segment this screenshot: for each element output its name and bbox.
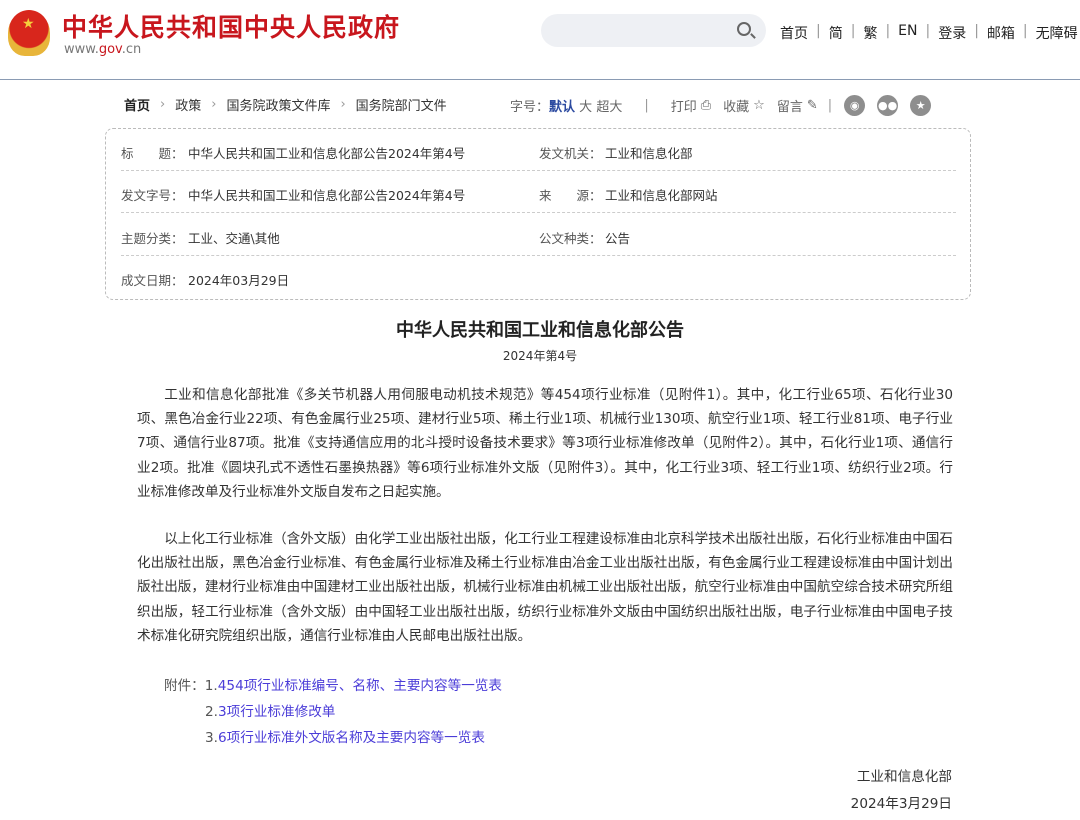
topic-label: 主题分类：	[121, 231, 184, 246]
document-title: 中华人民共和国工业和信息化部公告	[396, 320, 684, 341]
source-value: 工业和信息化部网站	[605, 188, 718, 203]
chevron-right-icon: ›	[211, 97, 217, 112]
nav-accessibility[interactable]: 无障碍	[1036, 23, 1078, 43]
signature-org: 工业和信息化部	[856, 769, 952, 785]
source-label: 来 源：	[539, 188, 602, 203]
title-value: 中华人民共和国工业和信息化部公告2024年第4号	[188, 146, 466, 161]
site-url: www.gov.cn	[64, 42, 142, 57]
article-tools: 字号： 默认 大 超大 | 打印 ⎙ 收藏 ☆ 留言 ✎ | ◉ ●● ★	[510, 95, 932, 116]
paragraph-2: 以上化工行业标准（含外文版）由化学工业出版社出版，化工行业工程建设标准由北京科学…	[137, 531, 953, 644]
docno-value: 中华人民共和国工业和信息化部公告2024年第4号	[188, 188, 466, 203]
breadcrumb-policy[interactable]: 政策	[175, 95, 201, 114]
attachment-link-3[interactable]: 6项行业标准外文版名称及主要内容等一览表	[218, 730, 485, 746]
doctype-value: 公告	[605, 231, 631, 246]
font-large-button[interactable]: 大	[579, 96, 592, 115]
pencil-icon[interactable]: ✎	[807, 98, 818, 113]
issuer-label: 发文机关：	[539, 146, 602, 161]
attachment-item: 2.3项行业标准修改单	[205, 704, 336, 720]
title-label: 标 题：	[121, 146, 184, 161]
nav-traditional[interactable]: 繁	[863, 23, 877, 43]
docno-label: 发文字号：	[121, 188, 184, 203]
info-row: 标 题： 中华人民共和国工业和信息化部公告2024年第4号 发文机关： 工业和信…	[121, 129, 956, 171]
attachment-item: 附件：1.454项行业标准编号、名称、主要内容等一览表	[164, 678, 502, 694]
document-info-box: 标 题： 中华人民共和国工业和信息化部公告2024年第4号 发文机关： 工业和信…	[105, 128, 971, 300]
breadcrumb-policy-library[interactable]: 国务院政策文件库	[226, 95, 330, 114]
attachment-link-1[interactable]: 454项行业标准编号、名称、主要内容等一览表	[218, 678, 502, 694]
chevron-right-icon: ›	[160, 97, 166, 112]
font-default-button[interactable]: 默认	[549, 96, 575, 115]
favorite-share-icon[interactable]: ★	[910, 95, 932, 116]
breadcrumb-dept-docs[interactable]: 国务院部门文件	[356, 95, 447, 114]
info-row: 成文日期： 2024年03月29日	[121, 256, 956, 298]
divider: |	[644, 98, 649, 113]
print-button[interactable]: 打印	[671, 96, 697, 115]
nav-home[interactable]: 首页	[780, 23, 808, 43]
weibo-share-icon[interactable]: ◉	[844, 95, 866, 116]
font-xlarge-button[interactable]: 超大	[596, 96, 622, 115]
divider: |	[827, 98, 833, 113]
search-input[interactable]	[541, 14, 766, 47]
comment-button[interactable]: 留言	[777, 96, 803, 115]
breadcrumb-home[interactable]: 首页	[124, 95, 150, 114]
attachment-item: 3.6项行业标准外文版名称及主要内容等一览表	[205, 730, 485, 746]
date-value: 2024年03月29日	[188, 273, 290, 288]
site-header: ★ 中华人民共和国中央人民政府 www.gov.cn 首页 | 简 | 繁 | EN |…	[0, 0, 1080, 80]
chevron-right-icon: ›	[340, 97, 346, 112]
date-label: 成文日期：	[121, 273, 184, 288]
printer-icon[interactable]: ⎙	[701, 98, 711, 113]
paragraph-1: 工业和信息化部批准《多关节机器人用伺服电动机技术规范》等454项行业标准（见附件…	[137, 387, 953, 500]
nav-simplified[interactable]: 简	[829, 23, 843, 43]
issuer-value: 工业和信息化部	[605, 146, 693, 161]
site-title[interactable]: 中华人民共和国中央人民政府	[62, 8, 400, 44]
font-size-label: 字号：	[510, 100, 550, 115]
favorite-button[interactable]: 收藏	[723, 96, 749, 115]
info-row: 发文字号： 中华人民共和国工业和信息化部公告2024年第4号 来 源： 工业和信…	[121, 171, 956, 213]
attachments-label: 附件：	[164, 678, 205, 694]
search-icon[interactable]	[737, 22, 751, 36]
topic-value: 工业、交通\其他	[188, 231, 280, 246]
national-emblem-icon: ★	[8, 10, 50, 56]
star-icon[interactable]: ☆	[753, 98, 765, 113]
wechat-share-icon[interactable]: ●●	[877, 95, 899, 116]
signature-date: 2024年3月29日	[850, 796, 952, 812]
top-nav: 首页 | 简 | 繁 | EN | 登录 | 邮箱 | 无障碍	[780, 23, 1078, 43]
breadcrumb: 首页 › 政策 › 国务院政策文件库 › 国务院部门文件	[124, 95, 457, 114]
nav-mail[interactable]: 邮箱	[987, 23, 1015, 43]
attachment-link-2[interactable]: 3项行业标准修改单	[218, 704, 335, 720]
document-number: 2024年第4号	[502, 349, 578, 363]
info-row: 主题分类： 工业、交通\其他 公文种类： 公告	[121, 214, 956, 256]
doctype-label: 公文种类：	[539, 231, 602, 246]
nav-english[interactable]: EN	[898, 23, 917, 43]
nav-login[interactable]: 登录	[938, 23, 966, 43]
